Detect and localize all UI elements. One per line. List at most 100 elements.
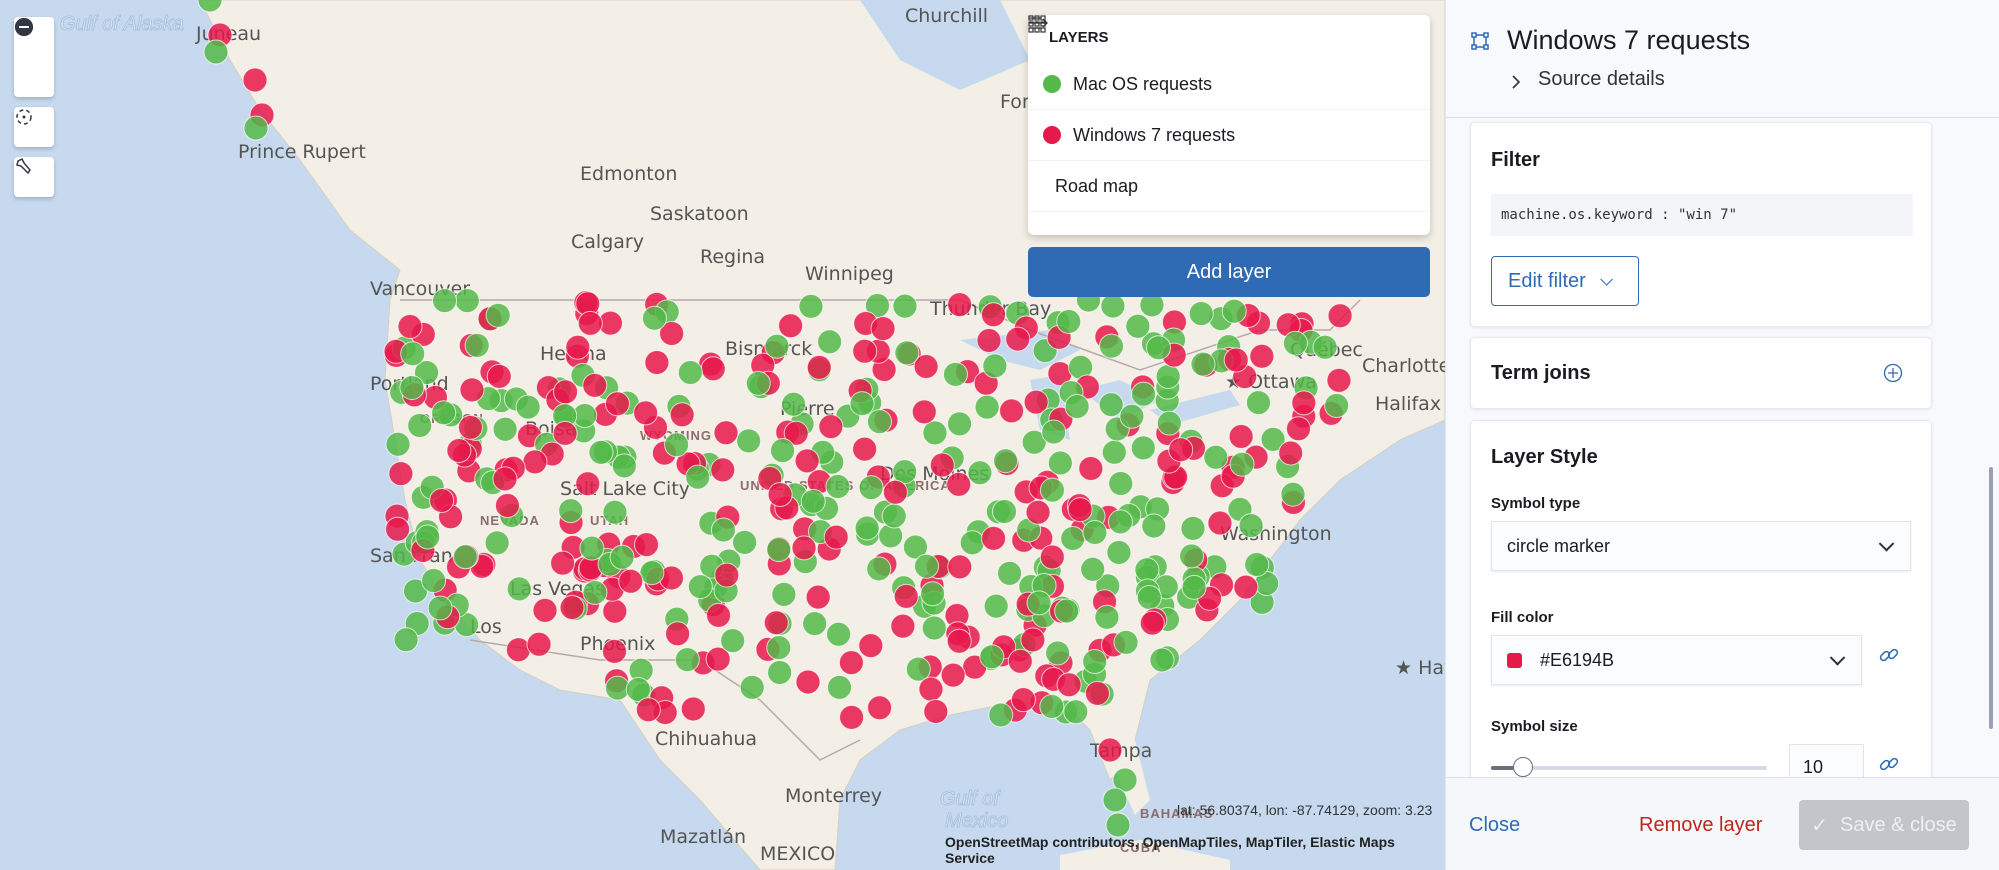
link-icon[interactable] — [1878, 753, 1900, 780]
windows-7-request-point[interactable] — [565, 334, 591, 360]
windows-7-request-point[interactable] — [838, 650, 864, 676]
windows-7-request-point[interactable] — [397, 313, 423, 339]
windows-7-request-point[interactable] — [492, 466, 518, 492]
mac-os-request-point[interactable] — [1188, 301, 1214, 327]
mac-os-request-point[interactable] — [826, 621, 852, 647]
mac-os-request-point[interactable] — [1238, 513, 1264, 539]
mac-os-request-point[interactable] — [1094, 604, 1120, 630]
windows-7-request-point[interactable] — [714, 562, 740, 588]
mac-os-request-point[interactable] — [1145, 335, 1171, 361]
windows-7-request-point[interactable] — [839, 704, 865, 730]
mac-os-request-point[interactable] — [1080, 556, 1106, 582]
scrollbar[interactable] — [1989, 467, 1993, 729]
mac-os-request-point[interactable] — [1181, 574, 1207, 600]
windows-7-request-point[interactable] — [532, 597, 558, 623]
windows-7-request-point[interactable] — [976, 328, 1002, 354]
mac-os-request-point[interactable] — [1190, 351, 1216, 377]
chevron-right-icon[interactable] — [1511, 74, 1521, 95]
mac-os-request-point[interactable] — [415, 524, 441, 550]
mac-os-request-point[interactable] — [1131, 381, 1157, 407]
windows-7-request-point[interactable] — [526, 631, 552, 657]
windows-7-request-point[interactable] — [947, 292, 973, 318]
remove-layer-button[interactable]: Remove layer — [1639, 814, 1762, 837]
mac-os-request-point[interactable] — [1039, 477, 1065, 503]
mac-os-request-point[interactable] — [1136, 585, 1162, 611]
mac-os-request-point[interactable] — [588, 439, 614, 465]
mac-os-request-point[interactable] — [766, 537, 792, 563]
windows-7-request-point[interactable] — [999, 398, 1025, 424]
mac-os-request-point[interactable] — [967, 460, 993, 486]
mac-os-request-point[interactable] — [492, 416, 518, 442]
map-attribution[interactable]: OpenStreetMap contributors, OpenMapTiles… — [945, 834, 1445, 866]
mac-os-request-point[interactable] — [1119, 403, 1145, 429]
windows-7-request-point[interactable] — [818, 414, 844, 440]
mac-os-request-point[interactable] — [1102, 787, 1128, 813]
mac-os-request-point[interactable] — [943, 361, 969, 387]
windows-7-request-point[interactable] — [1168, 437, 1194, 463]
mac-os-request-point[interactable] — [393, 627, 419, 653]
mac-os-request-point[interactable] — [991, 499, 1017, 525]
windows-7-request-point[interactable] — [505, 637, 531, 663]
windows-7-request-point[interactable] — [767, 481, 793, 507]
mac-os-request-point[interactable] — [854, 515, 880, 541]
mac-os-request-point[interactable] — [602, 499, 628, 525]
windows-7-request-point[interactable] — [634, 532, 660, 558]
mac-os-request-point[interactable] — [892, 293, 918, 319]
windows-7-request-point[interactable] — [388, 461, 414, 487]
layer-item-road-map[interactable]: Road map — [1028, 15, 1430, 212]
mac-os-request-point[interactable] — [685, 464, 711, 490]
mac-os-request-point[interactable] — [858, 475, 884, 501]
mac-os-request-point[interactable] — [432, 288, 458, 314]
mac-os-request-point[interactable] — [997, 560, 1023, 586]
mac-os-request-point[interactable] — [1141, 513, 1167, 539]
mac-os-request-point[interactable] — [732, 529, 758, 555]
windows-7-request-point[interactable] — [601, 638, 627, 664]
windows-7-request-point[interactable] — [940, 662, 966, 688]
mac-os-request-point[interactable] — [664, 432, 690, 458]
mac-os-request-point[interactable] — [1221, 298, 1247, 324]
mac-os-request-point[interactable] — [745, 370, 771, 396]
mac-os-request-point[interactable] — [798, 293, 824, 319]
mac-os-request-point[interactable] — [766, 635, 792, 661]
windows-7-request-point[interactable] — [946, 628, 972, 654]
mac-os-request-point[interactable] — [802, 611, 828, 637]
windows-7-request-point[interactable] — [633, 400, 659, 426]
mac-os-request-point[interactable] — [1149, 647, 1175, 673]
windows-7-request-point[interactable] — [911, 399, 937, 425]
windows-7-request-point[interactable] — [1228, 423, 1254, 449]
windows-7-request-point[interactable] — [918, 676, 944, 702]
windows-7-request-point[interactable] — [1207, 510, 1233, 536]
mac-os-request-point[interactable] — [1082, 648, 1108, 674]
windows-7-request-point[interactable] — [795, 669, 821, 695]
windows-7-request-point[interactable] — [552, 420, 578, 446]
windows-7-request-point[interactable] — [890, 613, 916, 639]
windows-7-request-point[interactable] — [602, 598, 628, 624]
windows-7-request-point[interactable] — [457, 414, 483, 440]
windows-7-request-point[interactable] — [618, 568, 644, 594]
edit-filter-button[interactable]: Edit filter — [1491, 256, 1639, 306]
windows-7-request-point[interactable] — [242, 67, 268, 93]
windows-7-request-point[interactable] — [823, 524, 849, 550]
mac-os-request-point[interactable] — [710, 517, 736, 543]
mac-os-request-point[interactable] — [1039, 693, 1065, 719]
windows-7-request-point[interactable] — [1139, 610, 1165, 636]
windows-7-request-point[interactable] — [763, 610, 789, 636]
windows-7-request-point[interactable] — [706, 602, 732, 628]
set-view-button[interactable] — [14, 107, 54, 147]
windows-7-request-point[interactable] — [700, 356, 726, 382]
add-join-plus-icon[interactable] — [1883, 363, 1903, 388]
mac-os-request-point[interactable] — [1082, 520, 1108, 546]
windows-7-request-point[interactable] — [1007, 648, 1033, 674]
mac-os-request-point[interactable] — [1056, 308, 1082, 334]
mac-os-request-point[interactable] — [515, 394, 541, 420]
mac-os-request-point[interactable] — [920, 581, 946, 607]
mac-os-request-point[interactable] — [642, 305, 668, 331]
source-details-toggle[interactable]: Source details — [1538, 68, 1665, 91]
mac-os-request-point[interactable] — [993, 448, 1019, 474]
mac-os-request-point[interactable] — [1113, 629, 1139, 655]
mac-os-request-point[interactable] — [771, 581, 797, 607]
windows-7-request-point[interactable] — [1084, 680, 1110, 706]
mac-os-request-point[interactable] — [825, 474, 851, 500]
mac-os-request-point[interactable] — [399, 375, 425, 401]
mac-os-request-point[interactable] — [1045, 640, 1071, 666]
